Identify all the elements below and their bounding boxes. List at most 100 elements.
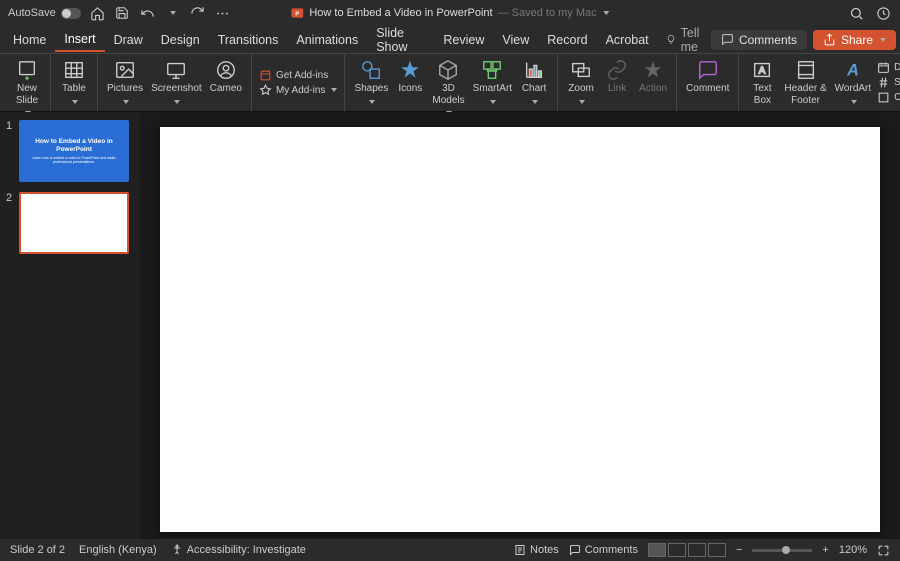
history-icon[interactable] — [875, 5, 892, 22]
status-bar: Slide 2 of 2 English (Kenya) Accessibili… — [0, 539, 900, 561]
undo-dropdown-icon[interactable] — [164, 5, 181, 22]
slideshow-view-button[interactable] — [708, 543, 726, 557]
ribbon-tabs: Home Insert Draw Design Transitions Anim… — [0, 26, 900, 54]
slide-indicator[interactable]: Slide 2 of 2 — [10, 544, 65, 556]
new-slide-icon — [16, 59, 38, 81]
date-time-button[interactable]: Date & Time — [877, 61, 900, 74]
object-button[interactable]: Object — [877, 91, 900, 104]
wordart-label: WordArt — [835, 83, 872, 95]
header-footer-button[interactable]: Header & Footer — [780, 57, 830, 108]
thumbnail-slide-2[interactable] — [19, 192, 129, 254]
chevron-down-icon — [367, 97, 375, 109]
tell-me[interactable]: Tell me — [666, 26, 711, 54]
comments-toggle[interactable]: Comments — [569, 544, 638, 556]
notes-toggle[interactable]: Notes — [514, 544, 559, 556]
search-icon[interactable] — [848, 5, 865, 22]
reading-view-button[interactable] — [688, 543, 706, 557]
language-indicator[interactable]: English (Kenya) — [79, 544, 157, 556]
smartart-icon — [481, 59, 503, 81]
link-button[interactable]: Link — [599, 57, 635, 97]
redo-icon[interactable] — [189, 5, 206, 22]
title-left: AutoSave — [8, 5, 231, 22]
action-label: Action — [639, 83, 667, 95]
accessibility-icon — [171, 544, 183, 556]
accessibility-indicator[interactable]: Accessibility: Investigate — [171, 544, 306, 556]
title-dropdown-icon[interactable] — [602, 7, 610, 19]
text-box-button[interactable]: A Text Box — [744, 57, 780, 108]
tab-insert[interactable]: Insert — [55, 28, 104, 52]
calendar-icon — [877, 61, 890, 74]
view-buttons — [648, 543, 726, 557]
thumb-2[interactable]: 2 — [6, 192, 134, 254]
cameo-button[interactable]: Cameo — [206, 57, 246, 97]
action-button[interactable]: Action — [635, 57, 671, 97]
table-label: Table — [62, 83, 86, 95]
tab-draw[interactable]: Draw — [105, 29, 152, 51]
thumb-1[interactable]: 1 How to Embed a Video in PowerPoint Lea… — [6, 120, 134, 182]
tab-animations[interactable]: Animations — [287, 29, 367, 51]
wordart-button[interactable]: A WordArt — [831, 57, 876, 110]
action-icon — [642, 59, 664, 81]
my-addins-button[interactable]: My Add-ins — [259, 84, 337, 97]
tab-review[interactable]: Review — [434, 29, 493, 51]
save-icon[interactable] — [114, 5, 131, 22]
sorter-view-button[interactable] — [668, 543, 686, 557]
cameo-label: Cameo — [210, 83, 242, 95]
home-icon[interactable] — [89, 5, 106, 22]
thumb-number: 2 — [6, 192, 14, 254]
thumb-number: 1 — [6, 120, 14, 182]
notes-label: Notes — [530, 544, 559, 556]
slide-panel[interactable]: 1 How to Embed a Video in PowerPoint Lea… — [0, 112, 140, 539]
smartart-button[interactable]: SmartArt — [469, 57, 516, 110]
thumbnail-slide-1[interactable]: How to Embed a Video in PowerPoint Learn… — [19, 120, 129, 182]
screenshot-label: Screenshot — [151, 83, 202, 95]
tab-record[interactable]: Record — [538, 29, 596, 51]
object-icon — [877, 91, 890, 104]
comments-button[interactable]: Comments — [711, 30, 807, 50]
zoom-value[interactable]: 120% — [839, 544, 867, 556]
tab-view[interactable]: View — [493, 29, 538, 51]
header-footer-icon — [795, 59, 817, 81]
more-icon[interactable] — [214, 5, 231, 22]
share-button[interactable]: Share — [813, 30, 896, 50]
tab-home[interactable]: Home — [4, 29, 55, 51]
header-footer-label: Header & Footer — [784, 83, 826, 106]
toggle-icon[interactable] — [61, 8, 81, 19]
text-box-label: Text Box — [753, 83, 771, 106]
icons-button[interactable]: Icons — [392, 57, 428, 97]
tab-slideshow[interactable]: Slide Show — [367, 22, 434, 58]
textbox-icon: A — [751, 59, 773, 81]
table-button[interactable]: Table — [56, 57, 92, 110]
normal-view-button[interactable] — [648, 543, 666, 557]
get-addins-button[interactable]: Get Add-ins — [259, 69, 337, 82]
tab-transitions[interactable]: Transitions — [209, 29, 288, 51]
zoom-in-button[interactable]: + — [822, 544, 828, 556]
bulb-icon — [666, 33, 676, 46]
group-addins: Get Add-ins My Add-ins — [252, 54, 345, 111]
slide-canvas[interactable] — [160, 127, 880, 532]
shapes-button[interactable]: Shapes — [350, 57, 392, 110]
icons-icon — [399, 59, 421, 81]
slide-number-button[interactable]: Slide Number — [877, 76, 900, 89]
tab-design[interactable]: Design — [152, 29, 209, 51]
comment-button[interactable]: Comment — [682, 57, 733, 97]
group-text: A Text Box Header & Footer A WordArt Dat… — [739, 54, 900, 111]
fit-button[interactable] — [877, 544, 890, 557]
comments-label: Comments — [585, 544, 638, 556]
autosave-toggle[interactable]: AutoSave — [8, 7, 81, 19]
zoom-slider[interactable] — [752, 549, 812, 552]
undo-icon[interactable] — [139, 5, 156, 22]
pictures-button[interactable]: Pictures — [103, 57, 147, 110]
title-right — [848, 5, 892, 22]
chart-button[interactable]: Chart — [516, 57, 552, 110]
group-images: Pictures Screenshot Cameo — [98, 54, 252, 111]
screenshot-button[interactable]: Screenshot — [147, 57, 206, 110]
title-bar: AutoSave P How to Embed a Video in Power… — [0, 0, 900, 26]
workspace: 1 How to Embed a Video in PowerPoint Lea… — [0, 112, 900, 539]
zoom-out-button[interactable]: − — [736, 544, 742, 556]
tab-acrobat[interactable]: Acrobat — [597, 29, 658, 51]
screenshot-icon — [165, 59, 187, 81]
shapes-label: Shapes — [354, 83, 388, 95]
zoom-button[interactable]: Zoom — [563, 57, 599, 110]
chevron-down-icon — [172, 97, 180, 109]
